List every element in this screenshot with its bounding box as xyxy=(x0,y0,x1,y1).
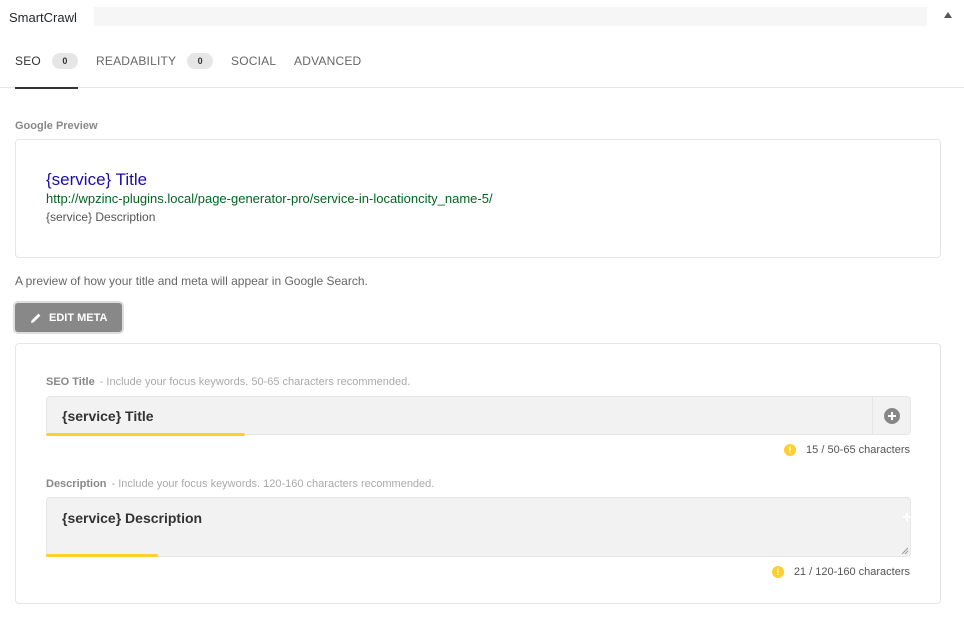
preview-url: http://wpzinc-plugins.local/page-generat… xyxy=(46,191,493,206)
seo-title-label-row: SEO Title - Include your focus keywords. … xyxy=(46,376,410,388)
warning-icon: ! xyxy=(771,566,784,578)
description-hint: - Include your focus keywords. 120-160 c… xyxy=(111,478,435,490)
plus-circle-icon xyxy=(883,407,900,424)
panel-header-strip xyxy=(94,7,927,26)
warning-icon: ! xyxy=(784,444,797,456)
meta-edit-panel: SEO Title - Include your focus keywords. … xyxy=(15,343,941,604)
tab-seo-label: SEO xyxy=(15,54,41,68)
tab-readability-count-badge: 0 xyxy=(187,53,214,69)
edit-meta-label: EDIT META xyxy=(49,311,108,324)
preview-description: {service} Description xyxy=(46,210,156,224)
collapse-arrow-icon[interactable] xyxy=(944,12,952,18)
tab-social-label: SOCIAL xyxy=(231,54,277,68)
google-preview-box: {service} Title http://wpzinc-plugins.lo… xyxy=(15,139,941,258)
pencil-icon xyxy=(31,313,41,323)
panel-header: SmartCrawl xyxy=(0,0,964,34)
tab-seo-count-badge: 0 xyxy=(51,53,78,69)
edit-meta-button[interactable]: EDIT META xyxy=(15,303,122,332)
tab-readability-label: READABILITY xyxy=(96,54,177,68)
tab-advanced-label: ADVANCED xyxy=(294,54,362,68)
tab-advanced[interactable]: ADVANCED xyxy=(294,34,361,88)
seo-title-value: {service} Title xyxy=(62,408,154,424)
seo-title-input[interactable]: {service} Title xyxy=(46,396,911,435)
seo-title-counter: ! 15 / 50-65 characters xyxy=(784,444,910,456)
panel-title: SmartCrawl xyxy=(9,10,77,25)
tab-social[interactable]: SOCIAL xyxy=(231,34,276,88)
tab-readability[interactable]: READABILITY 0 xyxy=(96,34,214,88)
description-counter-text: 21 / 120-160 characters xyxy=(793,566,910,578)
description-label: Description xyxy=(46,478,107,490)
seo-title-counter-text: 15 / 50-65 characters xyxy=(806,444,910,456)
description-counter: ! 21 / 120-160 characters xyxy=(771,566,910,578)
preview-title-link: {service} Title xyxy=(46,170,148,189)
seo-title-hint: - Include your focus keywords. 50-65 cha… xyxy=(99,376,411,388)
seo-title-label: SEO Title xyxy=(46,376,95,388)
resize-handle-icon[interactable] xyxy=(901,547,909,555)
google-preview-heading: Google Preview xyxy=(15,120,98,132)
tab-bar: SEO 0 READABILITY 0 SOCIAL ADVANCED xyxy=(0,34,964,89)
description-textarea[interactable]: {service} Description xyxy=(46,497,911,557)
description-length-bar xyxy=(46,554,158,557)
seo-title-length-bar xyxy=(46,433,245,436)
description-label-row: Description - Include your focus keywords… xyxy=(46,478,434,490)
tab-seo[interactable]: SEO 0 xyxy=(15,34,78,89)
preview-help-text: A preview of how your title and meta wil… xyxy=(15,274,368,288)
description-value: {service} Description xyxy=(62,510,203,526)
seo-title-insert-variable-button[interactable] xyxy=(872,397,910,434)
